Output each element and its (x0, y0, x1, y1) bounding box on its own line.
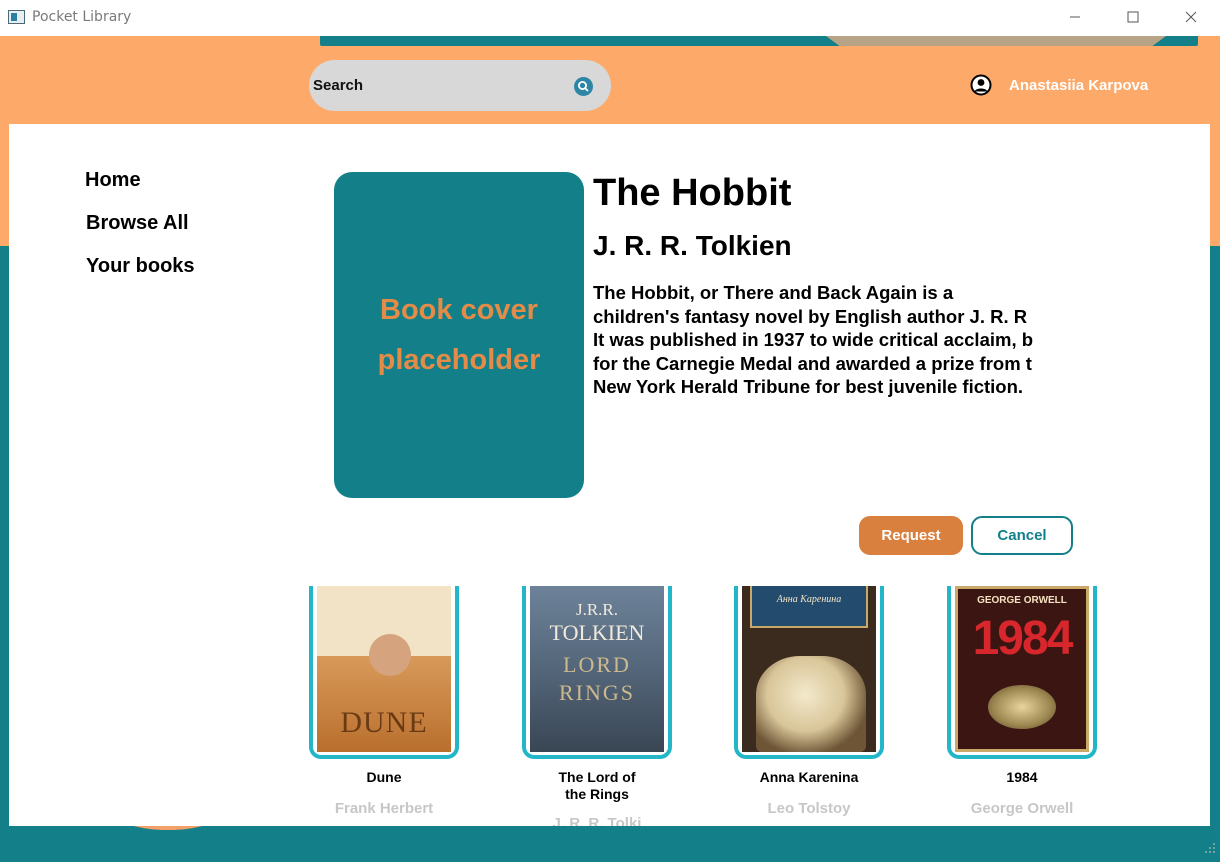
description-line: New York Herald Tribune for best juvenil… (593, 376, 1024, 398)
window-titlebar: Pocket Library (0, 0, 1220, 36)
sidebar-item-your-books[interactable]: Your books (86, 255, 195, 278)
search-input[interactable]: Search (309, 60, 611, 111)
book-card-author: Frank Herbert (334, 800, 434, 817)
app-icon (8, 10, 25, 24)
cover-placeholder-line2: placeholder (377, 344, 541, 376)
maximize-button[interactable] (1104, 0, 1162, 34)
book-card-frame: Анна Каренина (734, 586, 884, 759)
user-avatar-icon (970, 74, 992, 96)
cover-title-word: LORD (563, 652, 631, 677)
book-title: The Hobbit (593, 172, 792, 214)
book-card-title-line1: The Lord of (558, 769, 636, 785)
user-name: Anastasiia Karpova (1009, 76, 1149, 94)
app-background: Search Anastasiia Karpova Home Browse Al… (0, 36, 1220, 862)
description-line: It was published in 1937 to wide critica… (593, 329, 1034, 351)
minimize-button[interactable] (1046, 0, 1104, 34)
book-card-frame: J.R.R. TOLKIEN LORD RINGS (522, 586, 672, 759)
book-card-title: 1984 (1006, 769, 1038, 785)
window-title: Pocket Library (32, 9, 132, 25)
maximize-icon (1127, 11, 1139, 23)
minimize-icon (1070, 16, 1080, 18)
book-card-author: George Orwell (970, 800, 1074, 817)
cover-placeholder-line1: Book cover (380, 294, 538, 326)
sidebar-item-home[interactable]: Home (85, 169, 195, 192)
book-card-title: Dune (366, 769, 402, 785)
cover-title-text: 1984 (972, 612, 1074, 665)
book-card-anna-karenina[interactable]: Анна Каренина Anna Karenina Leo Tolstoy (734, 586, 884, 817)
book-card-title-line2: the Rings (565, 786, 629, 802)
book-card-frame: GEORGE ORWELL 1984 (947, 586, 1097, 759)
decorative-stripe-accent (826, 36, 1166, 46)
book-card-frame: DUNE (309, 586, 459, 759)
book-cover-placeholder: Book cover placeholder (334, 172, 584, 498)
request-button[interactable]: Request (859, 516, 963, 555)
description-line: for the Carnegie Medal and awarded a pri… (593, 352, 1032, 374)
sidebar-nav: Home Browse All Your books (85, 169, 195, 298)
book-card-1984[interactable]: GEORGE ORWELL 1984 1984 George Orwell (947, 586, 1097, 817)
book-card-title: The Lord of the Rings (522, 769, 672, 803)
resize-grip-icon[interactable] (1204, 842, 1216, 854)
book-description: The Hobbit, or There and Back Again is a… (593, 281, 1063, 401)
close-button[interactable] (1162, 0, 1220, 34)
user-profile[interactable]: Anastasiia Karpova (970, 74, 1148, 96)
book-cover-image: J.R.R. TOLKIEN LORD RINGS (530, 586, 664, 752)
description-line: children's fantasy novel by English auth… (593, 305, 1028, 327)
search-icon[interactable] (574, 77, 593, 96)
book-cover-image: DUNE (317, 586, 451, 752)
book-card-lord-of-the-rings[interactable]: J.R.R. TOLKIEN LORD RINGS The Lord of th… (522, 586, 672, 826)
book-cover-image: Анна Каренина (742, 586, 876, 752)
sidebar-item-browse-all[interactable]: Browse All (86, 212, 195, 235)
search-placeholder: Search (313, 77, 364, 94)
cover-title-text: DUNE (340, 706, 428, 739)
content-panel: Home Browse All Your books Book cover pl… (9, 124, 1210, 826)
cancel-button[interactable]: Cancel (971, 516, 1073, 555)
cover-title-text: Анна Каренина (776, 594, 842, 605)
description-line: The Hobbit, or There and Back Again is a (593, 282, 954, 303)
book-card-author: J. R. R. Tolki (552, 815, 642, 826)
book-author: J. R. R. Tolkien (593, 230, 792, 261)
book-card-author: Leo Tolstoy (767, 800, 851, 817)
cover-author-name: TOLKIEN (549, 620, 645, 645)
cover-author-text: GEORGE ORWELL (977, 595, 1067, 606)
book-cover-image: GEORGE ORWELL 1984 (955, 586, 1089, 752)
book-card-dune[interactable]: DUNE Dune Frank Herbert (309, 586, 459, 817)
book-card-title: Anna Karenina (759, 769, 859, 785)
cover-author-initials: J.R.R. (575, 600, 619, 619)
close-icon (1185, 11, 1197, 23)
cover-title-word: RINGS (558, 680, 635, 705)
